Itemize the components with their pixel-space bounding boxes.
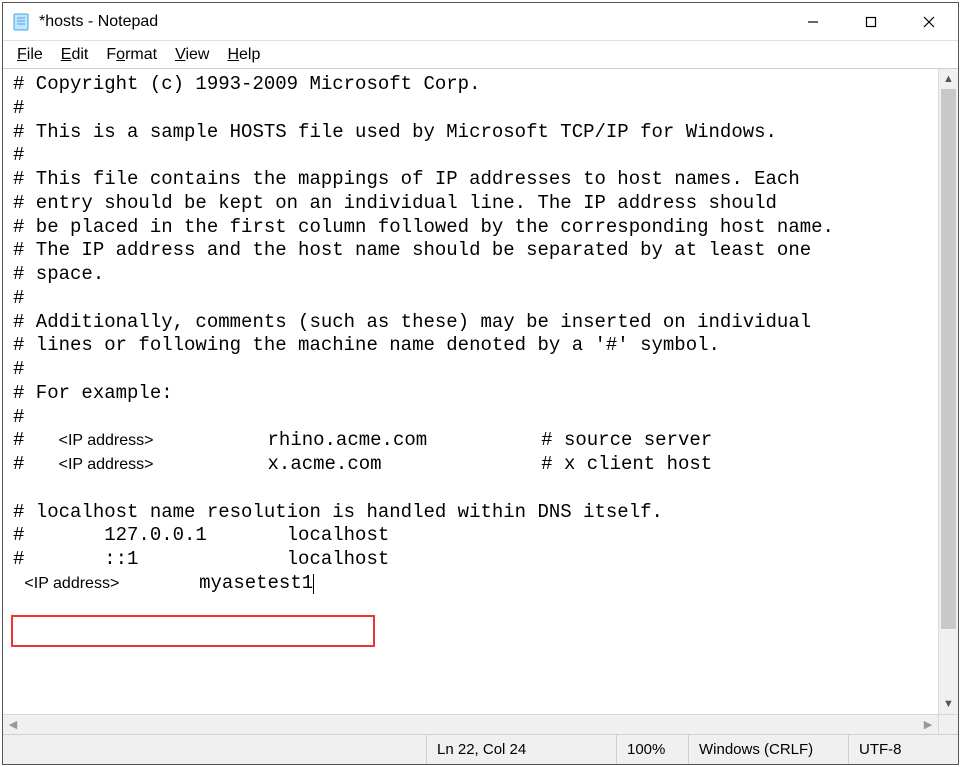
- line: # ::1 localhost: [13, 548, 389, 570]
- ip-placeholder: <IP address>: [59, 456, 154, 473]
- scroll-corner: [938, 715, 958, 734]
- vertical-scrollbar[interactable]: ▲ ▼: [938, 69, 958, 714]
- menu-format[interactable]: Format: [98, 44, 167, 66]
- editor-area: # Copyright (c) 1993-2009 Microsoft Corp…: [3, 69, 958, 714]
- line: # localhost name resolution is handled w…: [13, 501, 663, 523]
- scroll-left-arrow-icon[interactable]: ◀: [3, 715, 23, 734]
- notepad-icon: [11, 12, 31, 32]
- line: # 127.0.0.1 localhost: [13, 524, 389, 546]
- line: rhino.acme.com # source server: [154, 429, 713, 451]
- line: # For example:: [13, 382, 173, 404]
- titlebar: *hosts - Notepad: [3, 3, 958, 41]
- menubar: File Edit Format View Help: [3, 41, 958, 69]
- status-position: Ln 22, Col 24: [426, 735, 616, 764]
- hscroll-track[interactable]: [23, 715, 918, 734]
- horizontal-scrollbar[interactable]: ◀ ▶: [3, 714, 958, 734]
- line: #: [13, 287, 24, 309]
- status-encoding: UTF-8: [848, 735, 958, 764]
- window-controls: [784, 3, 958, 40]
- status-zoom: 100%: [616, 735, 688, 764]
- line: [13, 572, 24, 594]
- notepad-window: *hosts - Notepad File Edit Format View H…: [2, 2, 959, 765]
- line: #: [13, 144, 24, 166]
- line: # Copyright (c) 1993-2009 Microsoft Corp…: [13, 73, 480, 95]
- minimize-button[interactable]: [784, 3, 842, 40]
- close-button[interactable]: [900, 3, 958, 40]
- line: #: [13, 406, 24, 428]
- line: #: [13, 358, 24, 380]
- window-title: *hosts - Notepad: [39, 13, 158, 31]
- scroll-thumb[interactable]: [941, 89, 956, 629]
- line: #: [13, 97, 24, 119]
- menu-help[interactable]: Help: [219, 44, 270, 66]
- line: # The IP address and the host name shoul…: [13, 239, 811, 261]
- line: # Additionally, comments (such as these)…: [13, 311, 811, 333]
- line: myasetest1: [119, 572, 313, 594]
- text-caret: [313, 574, 314, 594]
- scroll-down-arrow-icon[interactable]: ▼: [939, 694, 958, 714]
- line: # This is a sample HOSTS file used by Mi…: [13, 121, 777, 143]
- text-editor[interactable]: # Copyright (c) 1993-2009 Microsoft Corp…: [3, 69, 938, 714]
- statusbar: Ln 22, Col 24 100% Windows (CRLF) UTF-8: [3, 734, 958, 764]
- line: # be placed in the first column followed…: [13, 216, 834, 238]
- line: #: [13, 429, 59, 451]
- line: # lines or following the machine name de…: [13, 334, 720, 356]
- line: #: [13, 453, 59, 475]
- scroll-up-arrow-icon[interactable]: ▲: [939, 69, 958, 89]
- line: # space.: [13, 263, 104, 285]
- line: x.acme.com # x client host: [154, 453, 713, 475]
- line: # entry should be kept on an individual …: [13, 192, 777, 214]
- ip-placeholder: <IP address>: [24, 575, 119, 592]
- menu-edit[interactable]: Edit: [53, 44, 99, 66]
- scroll-track[interactable]: [939, 629, 958, 694]
- scroll-right-arrow-icon[interactable]: ▶: [918, 715, 938, 734]
- menu-file[interactable]: File: [9, 44, 53, 66]
- menu-view[interactable]: View: [167, 44, 219, 66]
- title-left: *hosts - Notepad: [3, 12, 784, 32]
- maximize-button[interactable]: [842, 3, 900, 40]
- ip-placeholder: <IP address>: [59, 432, 154, 449]
- line: # This file contains the mappings of IP …: [13, 168, 800, 190]
- status-line-ending: Windows (CRLF): [688, 735, 848, 764]
